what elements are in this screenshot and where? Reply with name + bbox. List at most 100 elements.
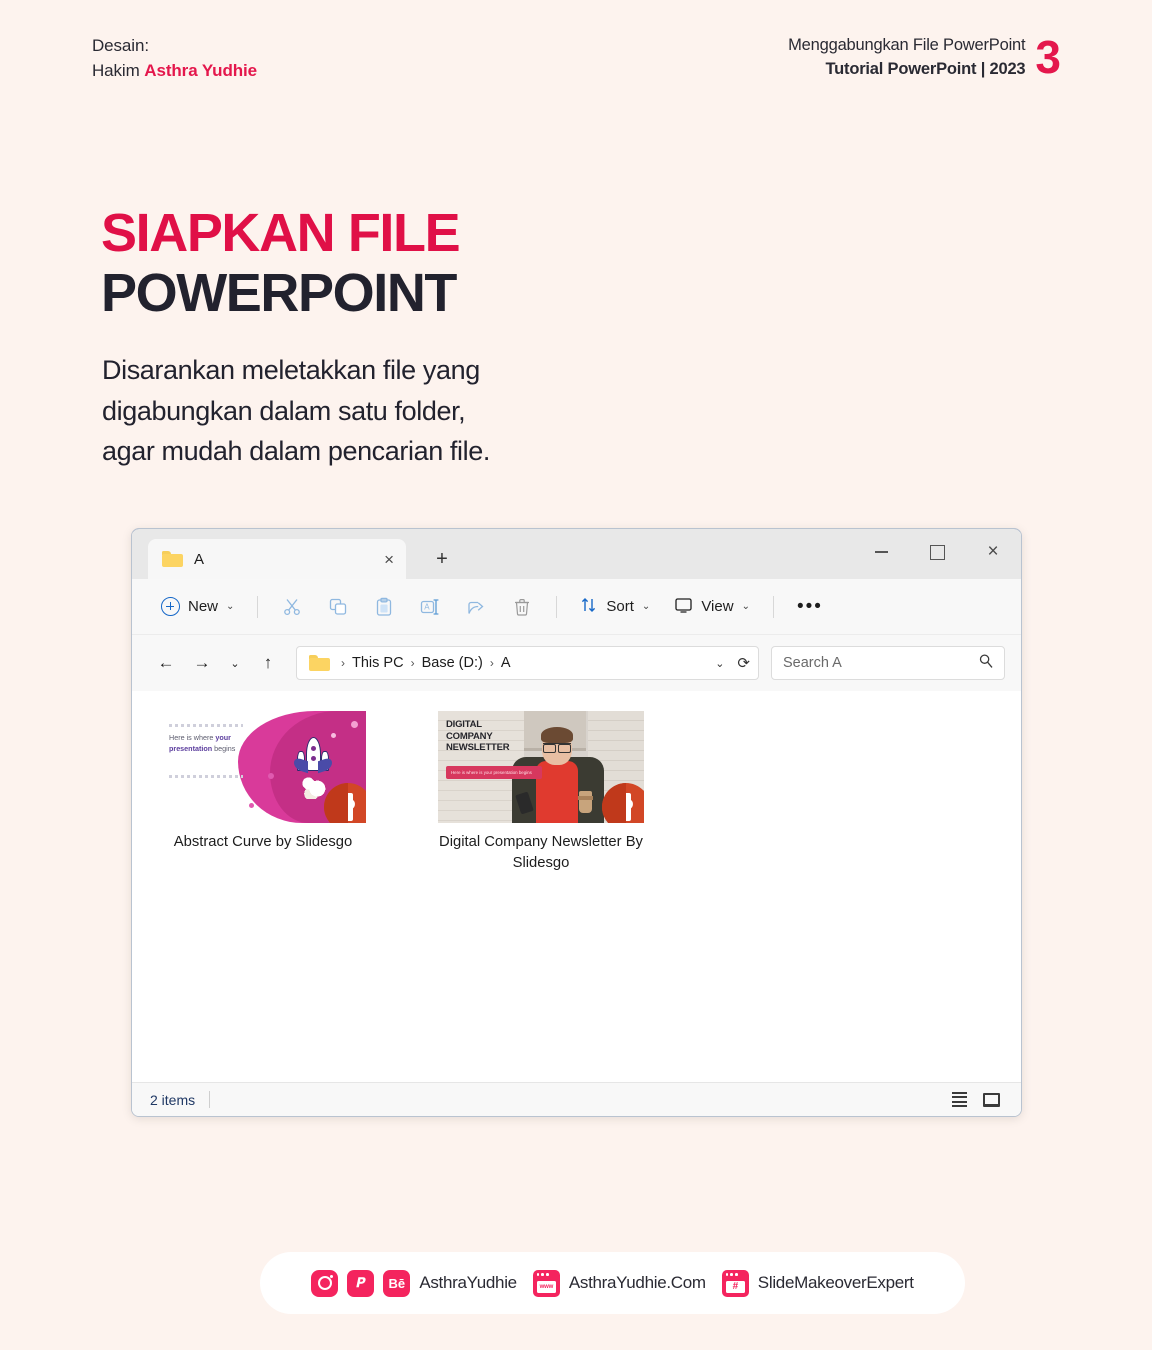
refresh-icon[interactable]: ⟳ (733, 654, 750, 672)
thumb-dash-bottom (169, 775, 243, 778)
thumb-text-part1: Here is where (169, 733, 216, 742)
thumb-title-line2: COMPANY (446, 730, 493, 742)
sort-label: Sort (606, 598, 634, 615)
page-title-line1: SIAPKAN FILE (101, 203, 461, 263)
item-count: 2 items (150, 1091, 196, 1108)
powerpoint-badge-icon: P (602, 783, 644, 823)
forward-button[interactable]: → (184, 646, 220, 680)
subtitle-line-3: agar mudah dalam pencarian file. (102, 436, 490, 466)
file-list-area[interactable]: Here is where your presentation begins P… (132, 691, 1021, 1082)
hashtag-label: SlideMakeoverExpert (757, 1273, 914, 1292)
thumb-title-line3: NEWSLETTER (446, 742, 510, 754)
header-right-lines: Menggabungkan File PowerPoint Tutorial P… (788, 34, 1025, 82)
file-item[interactable]: Here is where your presentation begins P… (152, 705, 374, 875)
breadcrumb-item-base-d[interactable]: Base (D:) (422, 655, 483, 671)
chevron-down-icon-view: ⌄ (741, 601, 750, 612)
status-divider (209, 1091, 211, 1108)
new-tab-button[interactable]: + (422, 539, 462, 579)
close-window-button[interactable]: × (965, 529, 1021, 575)
search-box[interactable] (771, 646, 1005, 680)
recent-locations-button[interactable]: ⌄ (220, 646, 250, 680)
rename-button[interactable]: A (408, 589, 452, 625)
breadcrumb-item-this-pc[interactable]: This PC (352, 655, 404, 671)
designer-label: Desain: (92, 36, 149, 55)
more-options-button[interactable]: ••• (786, 589, 834, 625)
designer-fullname: Asthra Yudhie (144, 60, 257, 80)
search-input[interactable] (783, 655, 963, 671)
thumb-text-part2: begins (212, 743, 236, 753)
hash-label: # (725, 1280, 745, 1293)
sort-button[interactable]: Sort ⌄ (569, 589, 661, 625)
file-name: Digital Company Newsletter By Slidesgo (439, 834, 643, 872)
page-subtitle: Disarankan meletakkan file yang digabung… (102, 350, 490, 472)
close-tab-icon[interactable]: × (384, 551, 394, 568)
new-button-label: New (188, 598, 219, 615)
svg-text:A: A (425, 602, 431, 611)
toolbar-divider-3 (772, 595, 774, 618)
back-button[interactable]: ← (148, 646, 184, 680)
website-icon[interactable]: www (532, 1269, 560, 1297)
chevron-down-icon-sort: ⌄ (641, 601, 651, 612)
footer-item-social[interactable]: 𝑷 Bē AsthraYudhie (311, 1269, 517, 1297)
designer-credit: Desain: Hakim Asthra Yudhie (92, 34, 257, 83)
breadcrumb-sep-1: › (410, 656, 415, 670)
address-dropdown-icon[interactable]: ⌄ (706, 657, 733, 670)
view-button[interactable]: View ⌄ (663, 589, 761, 625)
breadcrumb-sep-2: › (489, 656, 494, 670)
instagram-icon[interactable] (311, 1269, 339, 1297)
footer-item-website[interactable]: www AsthraYudhie.Com (532, 1269, 706, 1297)
social-footer: 𝑷 Bē AsthraYudhie www AsthraYudhie.Com #… (260, 1252, 965, 1314)
website-label: AsthraYudhie.Com (568, 1273, 706, 1292)
details-view-button[interactable] (947, 1089, 971, 1111)
file-thumbnail-digital-newsletter: DIGITAL COMPANY NEWSLETTER Here is where… (438, 711, 644, 823)
thumb-subtitle: Here is where is your presentation begin… (451, 769, 532, 775)
designer-firstname: Hakim (92, 60, 145, 80)
powerpoint-badge-letter: P (340, 793, 356, 820)
thumb-text: Here is where your presentation begins (169, 733, 253, 755)
thumb-bubble-2 (331, 733, 336, 738)
powerpoint-badge-icon: P (324, 783, 366, 823)
cut-icon (282, 597, 302, 617)
copy-button[interactable] (316, 589, 360, 625)
breadcrumb: › This PC › Base (D:) › A (309, 655, 706, 671)
behance-icon[interactable]: Bē (383, 1269, 411, 1297)
hashtag-icon[interactable]: # (721, 1269, 749, 1297)
paste-icon (374, 597, 394, 617)
page-title-line2: POWERPOINT (101, 263, 457, 324)
chevron-down-icon: ⌄ (226, 601, 235, 612)
new-button[interactable]: New ⌄ (150, 589, 245, 625)
tab-label: A (194, 550, 205, 568)
share-icon (466, 597, 486, 617)
view-label: View (701, 598, 734, 615)
subtitle-line-2: digabungkan dalam satu folder, (102, 395, 466, 426)
footer-item-hashtag[interactable]: # SlideMakeoverExpert (721, 1269, 914, 1297)
view-icon (674, 596, 693, 618)
address-bar[interactable]: › This PC › Base (D:) › A ⌄ ⟳ (296, 646, 759, 680)
window-titlebar: A × + × (132, 529, 1021, 579)
up-button[interactable]: ↑ (250, 646, 286, 680)
pinterest-icon[interactable]: 𝑷 (347, 1269, 375, 1297)
thumb-subtitle-bar: Here is where is your presentation begin… (446, 766, 542, 779)
toolbar-divider-2 (556, 595, 558, 618)
folder-icon (162, 551, 183, 567)
rename-icon: A (419, 597, 441, 617)
maximize-button[interactable] (909, 529, 965, 575)
delete-icon (512, 597, 532, 617)
thumb-title-line1: DIGITAL (446, 719, 482, 730)
header-right: Menggabungkan File PowerPoint Tutorial P… (788, 34, 1061, 82)
sort-icon (580, 596, 598, 618)
explorer-tab-a[interactable]: A × (148, 539, 406, 579)
status-left: 2 items (150, 1091, 211, 1108)
www-label: www (536, 1280, 556, 1293)
share-button[interactable] (454, 589, 498, 625)
large-icons-view-button[interactable] (979, 1089, 1003, 1111)
delete-button[interactable] (500, 589, 544, 625)
file-item[interactable]: DIGITAL COMPANY NEWSLETTER Here is where… (430, 705, 652, 875)
paste-button[interactable] (362, 589, 406, 625)
thumb-dash-top (169, 724, 243, 727)
rocket-icon (294, 737, 332, 799)
designer-name-row: Hakim Asthra Yudhie (92, 59, 257, 84)
cut-button[interactable] (270, 589, 314, 625)
minimize-button[interactable] (853, 529, 909, 575)
breadcrumb-item-a[interactable]: A (501, 655, 511, 671)
